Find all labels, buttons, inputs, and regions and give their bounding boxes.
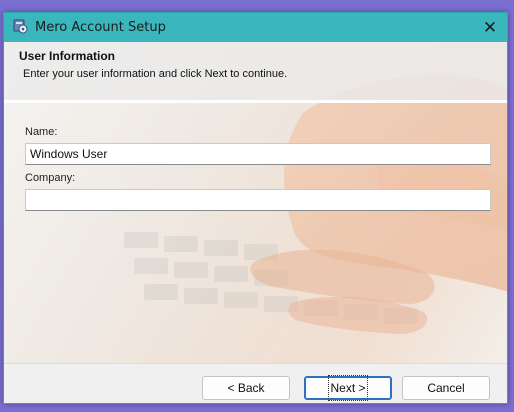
wizard-content: User Information Enter your user informa… [4, 42, 507, 363]
next-button[interactable]: Next > [304, 375, 392, 401]
close-icon: ✕ [482, 17, 498, 38]
header-band: User Information Enter your user informa… [4, 42, 507, 103]
title-bar[interactable]: Mero Account Setup ✕ [4, 13, 507, 42]
back-button[interactable]: < Back [202, 376, 290, 400]
cancel-button[interactable]: Cancel [402, 376, 490, 400]
back-button-label: < Back [227, 381, 265, 395]
page-description: Enter your user information and click Ne… [23, 68, 288, 80]
button-bar: < Back Next > Cancel [4, 363, 507, 403]
installer-icon [13, 19, 28, 34]
page-title: User Information [19, 49, 116, 63]
company-field[interactable] [25, 189, 491, 211]
window-title: Mero Account Setup [35, 20, 166, 35]
name-label: Name: [25, 126, 58, 138]
setup-window: Mero Account Setup ✕ User Information En… [3, 12, 508, 404]
company-label: Company: [25, 172, 76, 184]
next-button-label: Next > [328, 375, 368, 401]
name-field[interactable] [25, 143, 491, 165]
cancel-button-label: Cancel [427, 381, 465, 395]
close-button[interactable]: ✕ [473, 13, 507, 42]
